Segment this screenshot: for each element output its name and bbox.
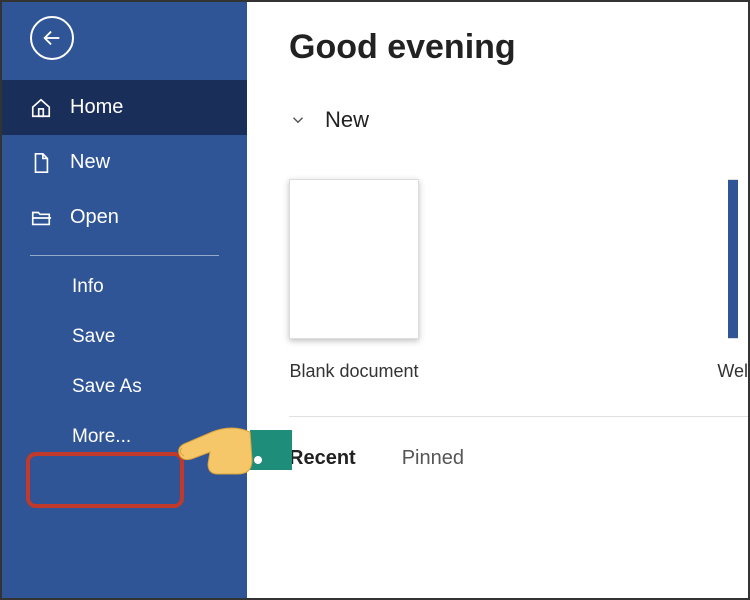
section-title-new: New <box>325 107 369 133</box>
tab-pinned[interactable]: Pinned <box>402 447 464 470</box>
template-thumbnail <box>728 179 738 339</box>
chevron-down-icon <box>289 111 307 129</box>
template-blank-document[interactable]: Blank document <box>289 179 419 382</box>
app-window: Home New Open Info Save Save As More... … <box>0 0 750 600</box>
sidebar-item-open[interactable]: Open <box>2 190 247 245</box>
section-new-header[interactable]: New <box>289 107 748 133</box>
greeting-title: Good evening <box>289 28 748 67</box>
sidebar-divider <box>30 255 219 256</box>
sidebar-item-label: Home <box>70 96 123 119</box>
home-icon <box>30 97 52 119</box>
recent-tabs: Recent Pinned <box>289 447 748 470</box>
template-thumbnail <box>289 179 419 339</box>
back-arrow-icon <box>41 27 63 49</box>
sidebar-item-save-as[interactable]: Save As <box>2 362 247 412</box>
sidebar-item-new[interactable]: New <box>2 135 247 190</box>
new-doc-icon <box>30 152 52 174</box>
sidebar-item-save[interactable]: Save <box>2 312 247 362</box>
section-separator <box>289 416 748 417</box>
template-label: Blank document <box>289 361 418 382</box>
sidebar-item-info[interactable]: Info <box>2 262 247 312</box>
template-welcome[interactable]: Wel <box>717 179 748 382</box>
tab-recent[interactable]: Recent <box>289 447 356 470</box>
backstage-sidebar: Home New Open Info Save Save As More... <box>2 2 247 598</box>
main-panel: Good evening New Blank document Wel Rece… <box>247 2 748 598</box>
sidebar-item-label: New <box>70 151 110 174</box>
back-button[interactable] <box>30 16 74 60</box>
open-folder-icon <box>30 207 52 229</box>
templates-row: Blank document Wel <box>289 179 748 382</box>
sidebar-item-more[interactable]: More... <box>2 412 247 462</box>
sidebar-item-label: Open <box>70 206 119 229</box>
sidebar-item-home[interactable]: Home <box>2 80 247 135</box>
template-label: Wel <box>717 361 748 382</box>
